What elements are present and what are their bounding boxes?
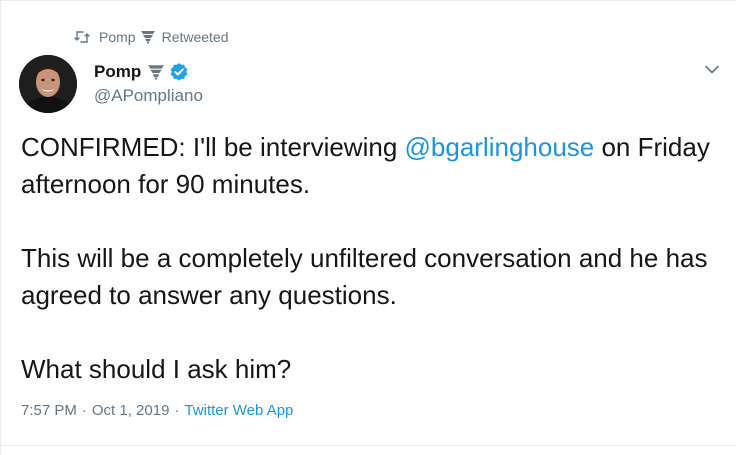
tweet-text: CONFIRMED: I'll be interviewing @bgarlin… — [21, 129, 721, 388]
avatar[interactable] — [19, 55, 77, 113]
verified-badge-icon — [169, 62, 189, 82]
retweeter-name[interactable]: Pomp — [99, 29, 136, 45]
tweet-text-prefix: CONFIRMED: I'll be interviewing — [21, 132, 405, 162]
tweet-paragraph-3: What should I ask him? — [21, 354, 292, 384]
chevron-down-icon[interactable] — [702, 61, 722, 77]
tweet-time[interactable]: 7:57 PM — [21, 402, 77, 419]
retweet-icon — [74, 29, 90, 45]
tweet-card[interactable]: Pomp Retweeted Pomp @APompliano CONFIRME… — [0, 0, 736, 455]
retweet-context: Pomp Retweeted — [74, 27, 229, 47]
mention-link[interactable]: @bgarlinghouse — [405, 132, 595, 162]
tornado-icon — [140, 29, 156, 45]
author-name-row[interactable]: Pomp — [94, 61, 189, 83]
meta-separator: · — [174, 402, 180, 419]
meta-separator: · — [81, 402, 87, 419]
tornado-icon — [147, 63, 165, 81]
tweet-meta: 7:57 PM · Oct 1, 2019 · Twitter Web App — [21, 402, 293, 419]
tweet-source-link[interactable]: Twitter Web App — [184, 402, 293, 419]
author-display-name[interactable]: Pomp — [94, 62, 141, 82]
bottom-divider — [0, 445, 736, 446]
tweet-paragraph-2: This will be a completely unfiltered con… — [21, 243, 708, 310]
retweeted-label: Retweeted — [161, 29, 229, 45]
author-handle[interactable]: @APompliano — [94, 86, 203, 106]
left-border — [0, 1, 1, 455]
tweet-date[interactable]: Oct 1, 2019 — [92, 402, 170, 419]
tweet-paragraph-1: CONFIRMED: I'll be interviewing @bgarlin… — [21, 129, 721, 203]
